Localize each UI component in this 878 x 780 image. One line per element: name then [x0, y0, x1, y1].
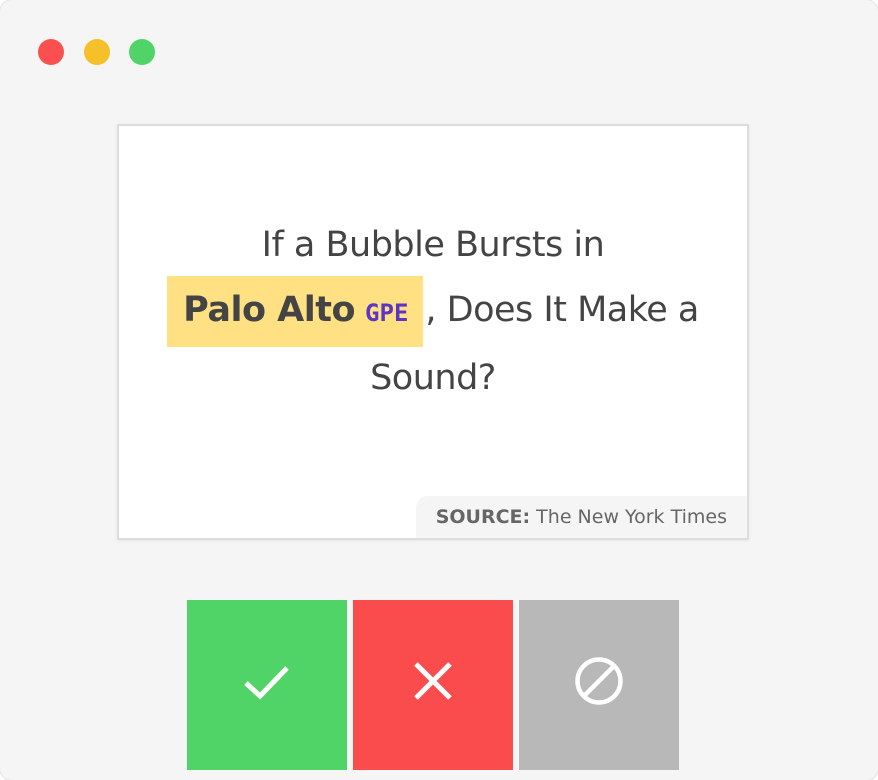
- x-icon: [414, 662, 452, 700]
- maximize-window-button[interactable]: [129, 39, 155, 65]
- entity-highlight: Palo Alto GPE: [167, 276, 424, 347]
- no-entry-icon: [575, 657, 623, 705]
- source-label: SOURCE:: [435, 506, 531, 528]
- entity-label: GPE: [365, 299, 409, 327]
- source-value: The New York Times: [536, 506, 727, 528]
- accept-button[interactable]: [187, 600, 347, 770]
- app-window: If a Bubble Bursts in Palo Alto GPE, Does…: [0, 0, 878, 780]
- text-before-entity: If a Bubble Bursts in: [261, 225, 605, 265]
- close-window-button[interactable]: [38, 39, 64, 65]
- card-text: If a Bubble Bursts in Palo Alto GPE, Does…: [159, 214, 707, 409]
- source-badge: SOURCE: The New York Times: [415, 496, 747, 538]
- reject-button[interactable]: [353, 600, 513, 770]
- entity-text: Palo Alto: [183, 290, 356, 330]
- checkmark-icon: [244, 666, 289, 700]
- minimize-window-button[interactable]: [84, 39, 110, 65]
- annotation-card: If a Bubble Bursts in Palo Alto GPE, Does…: [117, 124, 749, 540]
- ignore-button[interactable]: [519, 600, 679, 770]
